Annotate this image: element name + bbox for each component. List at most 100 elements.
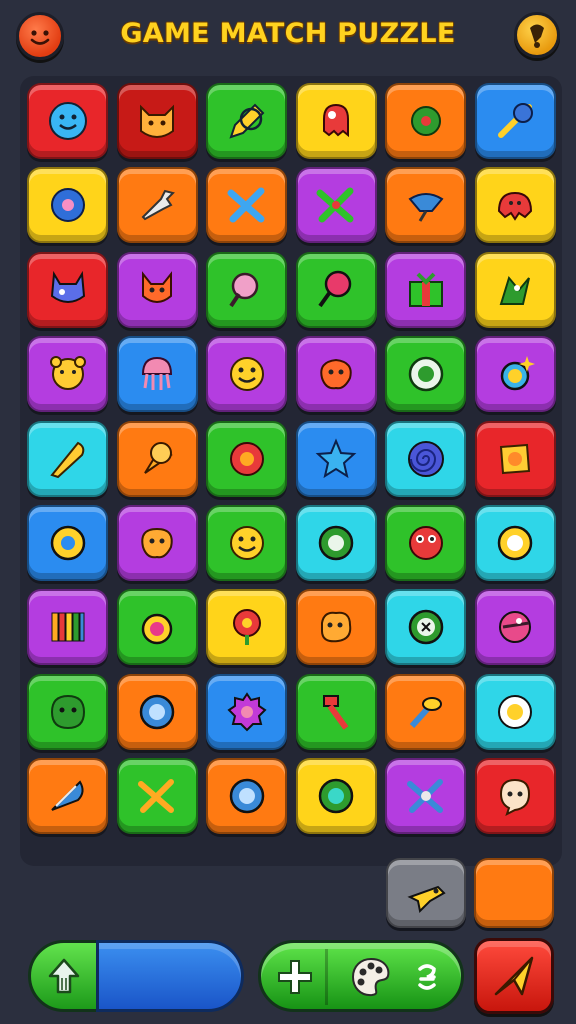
extra-tile-blank[interactable] — [474, 858, 554, 928]
tile-r3-c1[interactable] — [27, 251, 108, 328]
tile-r6-c2[interactable] — [116, 504, 198, 581]
tile-r2-c3[interactable] — [206, 167, 288, 244]
coin-button[interactable] — [403, 953, 451, 1001]
watering-can-icon — [408, 193, 444, 223]
settings-button[interactable] — [514, 12, 560, 58]
tile-r1-c5[interactable] — [385, 83, 467, 159]
bear-face-icon — [49, 356, 86, 391]
happy-face-icon — [229, 525, 264, 560]
tile-r3-c6[interactable] — [474, 251, 556, 328]
tile-r5-c6[interactable] — [474, 420, 556, 497]
crossed-tools-icon — [227, 187, 265, 223]
tile-r5-c1[interactable] — [27, 420, 108, 497]
tile-r6-c5[interactable] — [385, 504, 467, 581]
tile-r1-c2[interactable] — [116, 83, 198, 159]
horned-monster-icon — [50, 270, 85, 303]
tile-r7-c3[interactable] — [206, 589, 288, 666]
tile-r2-c4[interactable] — [295, 167, 377, 244]
cat-face-icon — [140, 104, 175, 138]
tile-grid — [27, 83, 556, 835]
wrench-cross-icon — [406, 779, 443, 814]
tile-r7-c2[interactable] — [116, 589, 198, 666]
tile-r3-c4[interactable] — [295, 251, 377, 328]
tile-r3-c3[interactable] — [206, 251, 288, 328]
tile-r7-c5[interactable] — [385, 589, 467, 666]
target-bubble-icon — [408, 356, 444, 392]
tile-r9-c2[interactable] — [116, 758, 198, 835]
tile-r8-c1[interactable] — [27, 673, 108, 750]
tile-r6-c4[interactable] — [295, 504, 377, 581]
tile-r8-c6[interactable] — [474, 673, 556, 750]
yellow-smiley-icon — [229, 357, 264, 392]
teal-bubble-icon — [319, 778, 354, 814]
hammer-icon — [323, 694, 349, 730]
tile-r9-c3[interactable] — [206, 758, 288, 835]
clock-bubble-icon — [408, 610, 444, 645]
donut-icon — [50, 188, 85, 223]
star-icon — [315, 437, 357, 478]
add-button[interactable] — [271, 953, 319, 1001]
bird-face-icon — [499, 611, 532, 644]
palette-button[interactable] — [347, 953, 395, 1001]
tile-r4-c2[interactable] — [116, 336, 198, 413]
fox-face-icon — [142, 270, 173, 303]
lollipop-icon — [229, 272, 258, 307]
tile-r2-c5[interactable] — [385, 167, 467, 244]
tools-divider — [325, 949, 328, 1005]
up-arrow-button[interactable] — [28, 940, 100, 1012]
bell-icon — [530, 24, 544, 48]
tile-r7-c4[interactable] — [295, 589, 377, 666]
blue-bubble-icon — [229, 778, 264, 814]
plus-icon — [278, 960, 312, 994]
tile-r9-c6[interactable] — [474, 758, 556, 835]
orange-blob-icon — [320, 359, 352, 390]
tile-r6-c3[interactable] — [206, 504, 288, 581]
tile-r2-c6[interactable] — [474, 167, 556, 244]
tile-r8-c4[interactable] — [295, 673, 377, 750]
tile-r3-c2[interactable] — [116, 251, 198, 328]
tile-r4-c6[interactable] — [474, 336, 556, 413]
extra-tile-bird[interactable] — [386, 858, 466, 928]
send-button[interactable] — [474, 938, 554, 1014]
tile-r5-c3[interactable] — [206, 420, 288, 497]
progress-bar — [96, 940, 244, 1012]
tile-r4-c3[interactable] — [206, 336, 288, 413]
tile-r7-c6[interactable] — [474, 589, 556, 666]
tile-r8-c5[interactable] — [385, 673, 467, 750]
bird-icon — [500, 275, 531, 305]
tile-r6-c6[interactable] — [474, 504, 556, 581]
tile-r6-c1[interactable] — [27, 504, 108, 581]
tile-r7-c1[interactable] — [27, 589, 108, 666]
tile-r1-c1[interactable] — [27, 83, 108, 159]
gear-icon — [410, 106, 441, 136]
tile-r2-c2[interactable] — [116, 167, 198, 244]
tile-r5-c4[interactable] — [295, 420, 377, 497]
tile-r1-c6[interactable] — [474, 83, 556, 159]
tile-r9-c5[interactable] — [385, 758, 467, 835]
tile-r1-c4[interactable] — [295, 83, 377, 159]
yellow-bubble-icon — [50, 525, 85, 561]
crossed-swords-icon — [316, 187, 354, 223]
flower-bud-icon — [232, 609, 261, 646]
tile-r8-c3[interactable] — [206, 673, 288, 750]
tile-r3-c5[interactable] — [385, 251, 467, 328]
tile-r9-c1[interactable] — [27, 758, 108, 835]
tile-r2-c1[interactable] — [27, 167, 108, 244]
tile-r8-c2[interactable] — [116, 673, 198, 750]
blue-bubble-icon — [139, 694, 175, 729]
tile-r1-c3[interactable] — [206, 83, 288, 159]
blank-tile-icon — [488, 867, 540, 919]
tile-r5-c5[interactable] — [385, 420, 467, 497]
tile-r9-c4[interactable] — [295, 758, 377, 835]
tools-bar — [258, 940, 464, 1012]
tile-r5-c2[interactable] — [116, 420, 198, 497]
tile-r4-c4[interactable] — [295, 336, 377, 413]
red-monster-icon — [498, 192, 533, 222]
tile-r4-c1[interactable] — [27, 336, 108, 413]
tile-r4-c5[interactable] — [385, 336, 467, 413]
sparkle-ring-icon — [501, 356, 536, 391]
flower-icon — [229, 441, 264, 476]
green-bubble-icon — [319, 525, 354, 561]
bird-plane-icon — [407, 885, 446, 914]
wrench-icon — [141, 190, 176, 221]
